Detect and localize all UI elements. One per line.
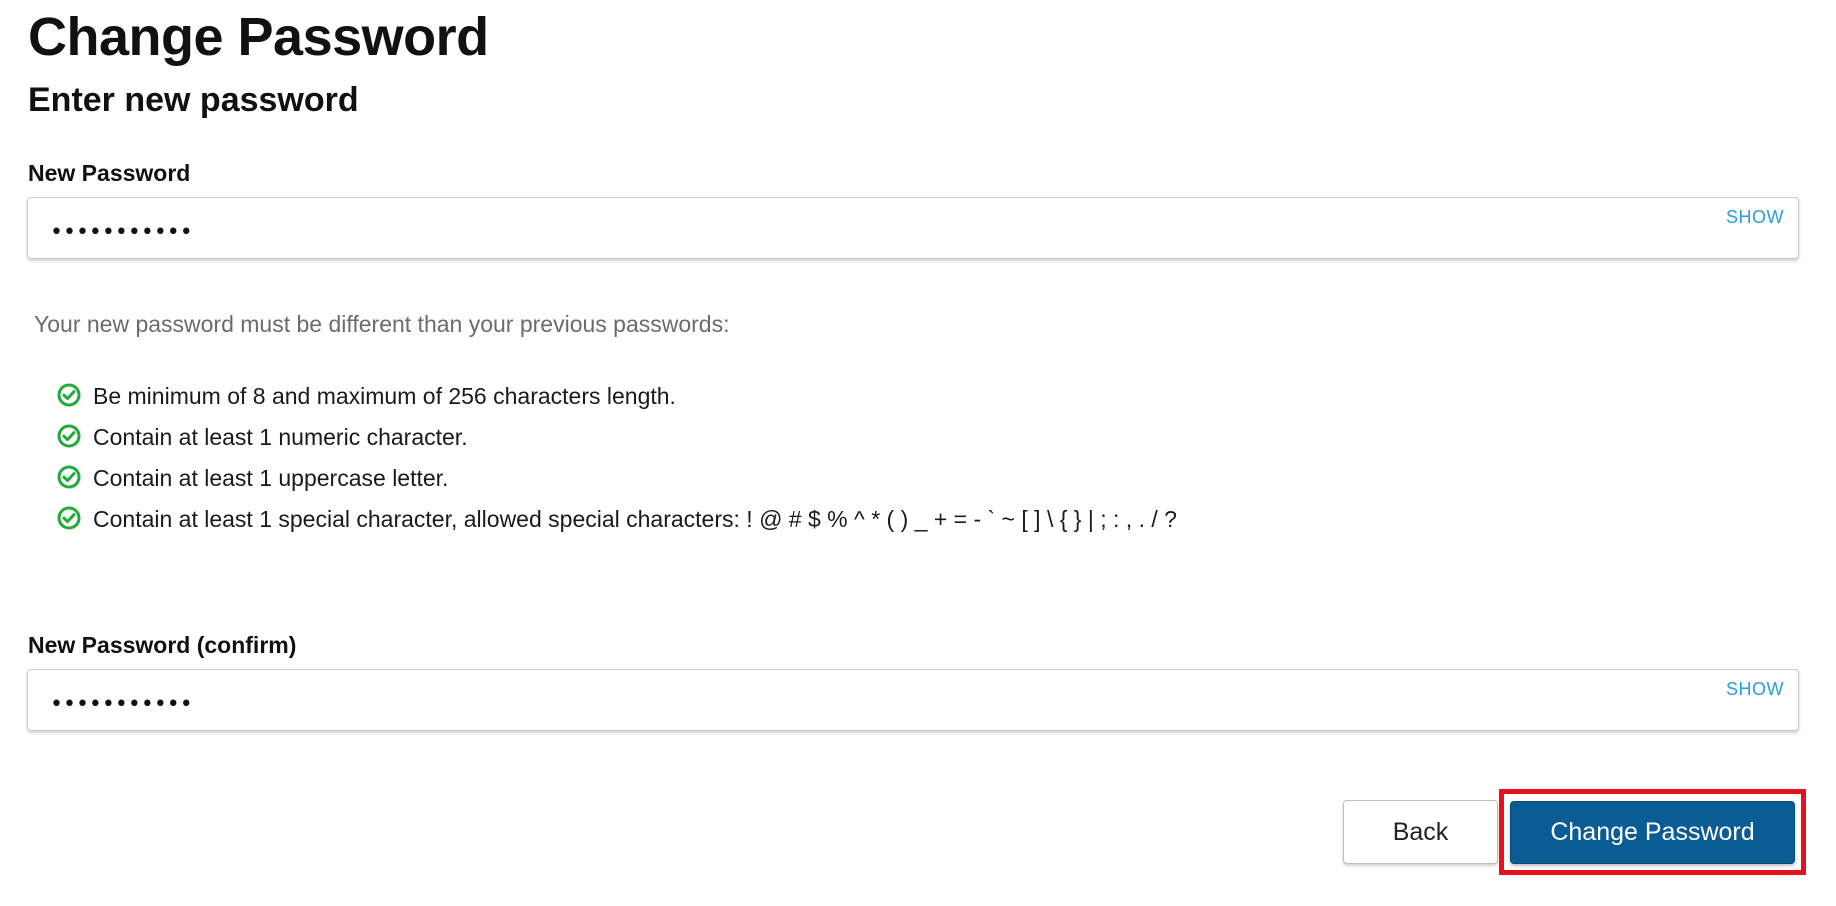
requirement-text: Contain at least 1 special character, al… — [93, 506, 1177, 532]
requirement-text: Contain at least 1 uppercase letter. — [93, 465, 449, 491]
requirement-item: Contain at least 1 numeric character. — [56, 417, 1177, 458]
new-password-field: SHOW — [27, 197, 1799, 259]
requirement-item: Contain at least 1 uppercase letter. — [56, 458, 1177, 499]
check-circle-icon — [56, 382, 82, 408]
check-circle-icon — [56, 464, 82, 490]
new-password-input[interactable] — [50, 198, 1650, 258]
check-circle-icon — [56, 505, 82, 531]
page-title: Change Password — [28, 7, 489, 67]
requirement-text: Be minimum of 8 and maximum of 256 chara… — [93, 383, 676, 409]
change-password-button[interactable]: Change Password — [1510, 801, 1795, 864]
page-subtitle: Enter new password — [28, 81, 359, 119]
back-button[interactable]: Back — [1343, 800, 1498, 864]
confirm-password-field: SHOW — [27, 669, 1799, 731]
new-password-show-toggle[interactable]: SHOW — [1726, 207, 1784, 228]
requirement-text: Contain at least 1 numeric character. — [93, 424, 468, 450]
new-password-label: New Password — [28, 160, 191, 186]
confirm-password-label: New Password (confirm) — [28, 632, 297, 658]
requirement-item: Be minimum of 8 and maximum of 256 chara… — [56, 376, 1177, 417]
check-circle-icon — [56, 423, 82, 449]
password-requirements-intro: Your new password must be different than… — [34, 311, 730, 337]
password-requirements-list: Be minimum of 8 and maximum of 256 chara… — [56, 376, 1177, 540]
confirm-password-show-toggle[interactable]: SHOW — [1726, 679, 1784, 700]
confirm-password-input[interactable] — [50, 670, 1650, 730]
requirement-item: Contain at least 1 special character, al… — [56, 499, 1177, 540]
